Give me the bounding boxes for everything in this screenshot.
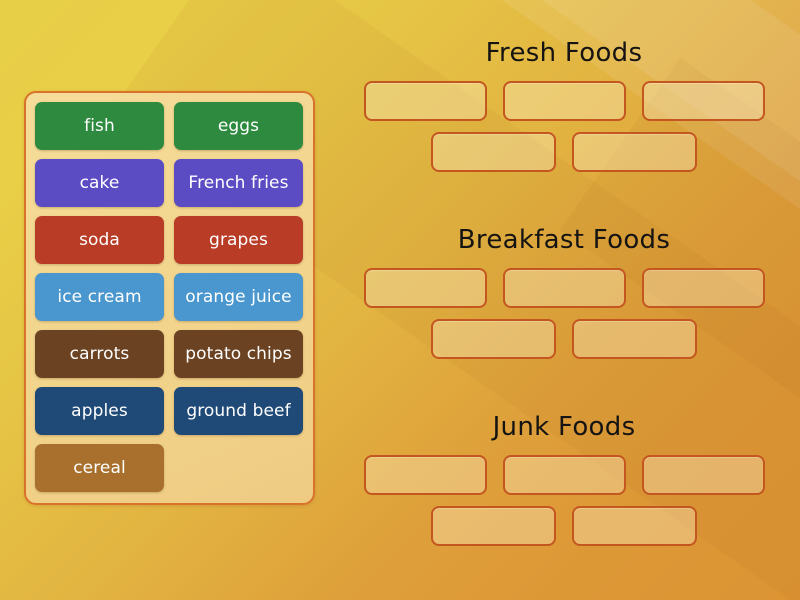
drop-slot[interactable]	[641, 455, 765, 495]
drop-slot[interactable]	[431, 132, 556, 172]
word-tile[interactable]: apples	[35, 387, 164, 435]
drop-slot[interactable]	[641, 268, 765, 308]
word-tile[interactable]: cereal	[35, 444, 164, 492]
drop-slot[interactable]	[502, 81, 626, 121]
word-tile[interactable]: carrots	[35, 330, 164, 378]
category-slot-row	[340, 506, 788, 546]
word-tile[interactable]: cake	[35, 159, 164, 207]
category-title: Junk Foods	[492, 412, 636, 442]
category-slot-row	[340, 268, 788, 308]
drop-slot[interactable]	[363, 455, 487, 495]
category-group: Fresh Foods	[340, 32, 788, 172]
drop-slot[interactable]	[363, 81, 487, 121]
category-slot-row	[340, 319, 788, 359]
drop-slot[interactable]	[431, 506, 556, 546]
word-tile[interactable]: potato chips	[174, 330, 303, 378]
word-tile[interactable]: ice cream	[35, 273, 164, 321]
category-slot-row	[340, 455, 788, 495]
drop-slot[interactable]	[502, 268, 626, 308]
drop-slot[interactable]	[572, 319, 697, 359]
drop-slot[interactable]	[572, 506, 697, 546]
drop-slot[interactable]	[431, 319, 556, 359]
category-title: Fresh Foods	[485, 38, 643, 68]
category-group: Junk Foods	[340, 406, 788, 546]
word-tile[interactable]: soda	[35, 216, 164, 264]
word-tile[interactable]: ground beef	[174, 387, 303, 435]
word-tile[interactable]: French fries	[174, 159, 303, 207]
drop-slot[interactable]	[502, 455, 626, 495]
drop-slot[interactable]	[572, 132, 697, 172]
category-slot-row	[340, 81, 788, 121]
word-tile[interactable]: orange juice	[174, 273, 303, 321]
word-tile[interactable]: eggs	[174, 102, 303, 150]
word-tile[interactable]: fish	[35, 102, 164, 150]
category-slot-row	[340, 132, 788, 172]
word-bank-tile-grid: fish eggs cake French fries soda grapes ice cr…	[35, 102, 304, 492]
word-tile[interactable]: grapes	[174, 216, 303, 264]
activity-canvas: fish eggs cake French fries soda grapes ice cr…	[0, 0, 800, 600]
drop-slot[interactable]	[363, 268, 487, 308]
category-group: Breakfast Foods	[340, 219, 788, 359]
word-bank-panel: fish eggs cake French fries soda grapes ice cr…	[24, 91, 315, 505]
drop-slot[interactable]	[641, 81, 765, 121]
category-title: Breakfast Foods	[457, 225, 671, 255]
